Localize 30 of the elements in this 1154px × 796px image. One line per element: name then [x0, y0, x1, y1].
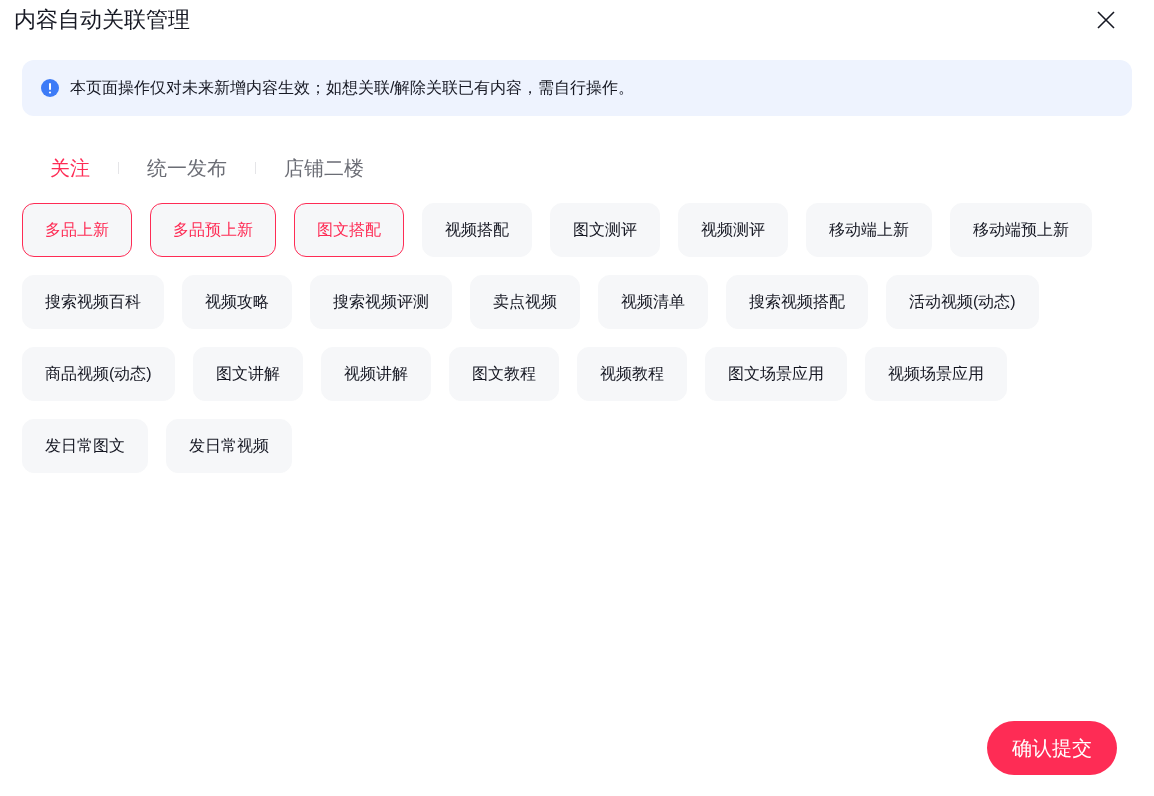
tag-chip[interactable]: 搜索视频百科: [22, 275, 164, 329]
tag-chip[interactable]: 视频攻略: [182, 275, 292, 329]
tag-chip[interactable]: 视频搭配: [422, 203, 532, 257]
tag-chip[interactable]: 视频测评: [678, 203, 788, 257]
tag-chip[interactable]: 卖点视频: [470, 275, 580, 329]
tag-chip[interactable]: 活动视频(动态): [886, 275, 1039, 329]
tag-chip[interactable]: 搜索视频搭配: [726, 275, 868, 329]
tag-chip[interactable]: 图文场景应用: [704, 347, 847, 401]
tag-chip[interactable]: 商品视频(动态): [22, 347, 175, 401]
tab[interactable]: 店铺二楼: [256, 154, 392, 182]
tag-chip[interactable]: 发日常图文: [22, 419, 148, 473]
tag-chip[interactable]: 视频讲解: [320, 347, 431, 401]
tag-chip[interactable]: 图文测评: [550, 203, 660, 257]
close-icon: [1097, 11, 1115, 29]
dialog-title: 内容自动关联管理: [14, 6, 190, 34]
tag-chip[interactable]: 移动端预上新: [950, 203, 1092, 257]
tab[interactable]: 关注: [22, 154, 118, 182]
tag-chip[interactable]: 搜索视频评测: [310, 275, 452, 329]
tag-chip[interactable]: 移动端上新: [806, 203, 932, 257]
tag-chip[interactable]: 发日常视频: [166, 419, 292, 473]
tag-chip[interactable]: 视频清单: [598, 275, 708, 329]
tag-chip[interactable]: 图文讲解: [192, 347, 303, 401]
tab[interactable]: 统一发布: [119, 154, 255, 182]
close-button[interactable]: [1096, 10, 1116, 30]
info-icon: [41, 79, 59, 97]
notice-text: 本页面操作仅对未来新增内容生效；如想关联/解除关联已有内容，需自行操作。: [70, 78, 635, 98]
tag-chip[interactable]: 图文教程: [448, 347, 559, 401]
tag-chip[interactable]: 视频场景应用: [864, 347, 1007, 401]
submit-button[interactable]: 确认提交: [987, 721, 1117, 775]
tag-chip[interactable]: 视频教程: [576, 347, 687, 401]
